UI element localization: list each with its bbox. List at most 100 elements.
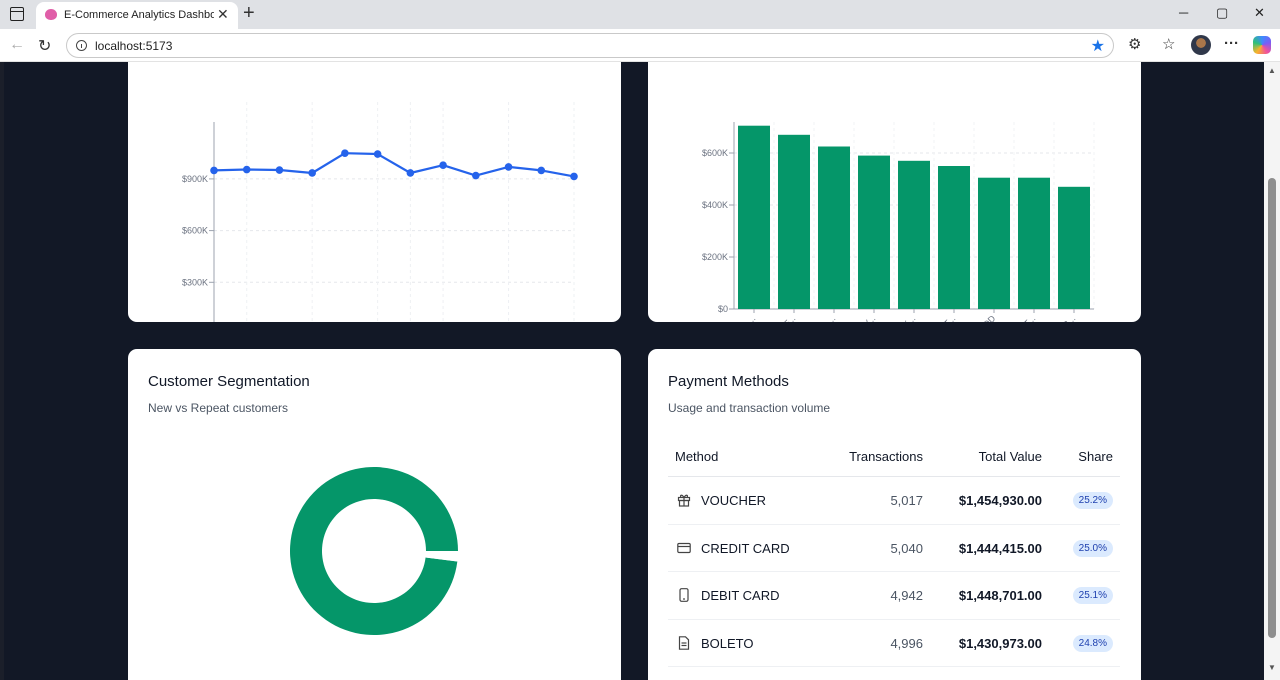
x-tick-label: AUTOMOT...	[994, 313, 1037, 322]
revenue-series-line	[213, 152, 575, 178]
credit-card-icon	[677, 541, 691, 555]
header-total-value[interactable]: Total Value	[979, 449, 1042, 464]
share-badge: 25.2%	[1072, 492, 1113, 509]
data-point	[242, 165, 251, 174]
scrollbar-thumb[interactable]	[1268, 178, 1276, 638]
category-bar	[978, 177, 1010, 309]
x-tick-label: TOY...	[853, 313, 878, 322]
window-menu-icon[interactable]	[10, 7, 24, 21]
scroll-down-icon[interactable]: ▼	[1268, 663, 1276, 672]
data-point	[275, 166, 284, 174]
total-value: $1,454,930.00	[958, 493, 1042, 508]
total-value: $1,444,415.00	[958, 540, 1042, 556]
revenue-trend-card: $0$300K$600K$900KFeb 23Apr 23Jun 23Jul 2…	[128, 62, 621, 350]
category-bar	[818, 146, 850, 309]
data-point	[439, 161, 447, 170]
payment-methods-table: Method Transactions Total Value Share VO…	[668, 437, 1120, 667]
card-title: Customer Segmentation	[148, 373, 310, 390]
table-row: VOUCHER 5,017 $1,454,930.00 25.2%	[668, 477, 1120, 525]
category-sales-card: $0 $200K $400K $600K... F... EL... TOY... BOOK.…	[648, 62, 1141, 357]
y-tick-label: $600K	[182, 226, 208, 236]
x-tick-label: F...	[782, 313, 798, 322]
site-info-icon[interactable]	[76, 40, 87, 51]
y-tick-label: $0	[718, 304, 728, 314]
tab-close-icon[interactable]: ✕	[217, 6, 229, 23]
document-icon	[677, 635, 691, 650]
y-tick-label: $900K	[182, 174, 208, 184]
y-tick-label: $200K	[702, 252, 728, 262]
data-point	[504, 163, 513, 171]
data-point	[406, 169, 415, 177]
share-badge: 24.8%	[1072, 634, 1113, 652]
category-bar	[938, 166, 970, 309]
new-tab-icon[interactable]: +	[243, 2, 255, 25]
data-point	[308, 169, 316, 177]
card-subtitle: Usage and transaction volume	[668, 401, 831, 415]
method-name: CREDIT CARD	[701, 540, 790, 556]
favorite-star-icon[interactable]: ★	[1091, 36, 1105, 56]
transactions-count: 4,942	[890, 588, 923, 603]
y-tick-label: $300K	[182, 277, 208, 287]
category-bar	[738, 125, 770, 309]
data-point	[373, 150, 382, 158]
y-tick-label: $400K	[702, 200, 728, 210]
category-bar	[778, 134, 810, 309]
back-icon[interactable]: ←	[9, 36, 25, 54]
revenue-line-chart: $0$300K$600K$900KFeb 23Apr 23Jun 23Jul 2…	[182, 102, 588, 350]
brain-favicon-icon	[45, 9, 57, 20]
x-tick-label: HEALTH B...	[1034, 313, 1077, 322]
category-bar	[1058, 186, 1090, 309]
y-tick-label: $600K	[702, 148, 728, 158]
tab-title: E-Commerce Analytics Dashboard	[64, 9, 214, 21]
address-input[interactable]: localhost:5173 ★	[66, 33, 1114, 58]
category-bar	[898, 160, 930, 309]
share-badge: 25.0%	[1072, 539, 1113, 557]
favorites-icon[interactable]: ☆	[1162, 35, 1175, 53]
table-row: CREDIT CARD 5,040 $1,444,415.00 25.0%	[668, 525, 1120, 572]
category-bar	[1018, 177, 1050, 309]
data-point	[341, 149, 349, 157]
x-tick-label: SPORT...	[924, 313, 957, 322]
browser-tab[interactable]: E-Commerce Analytics Dashboard ✕	[36, 2, 238, 29]
data-point	[472, 171, 480, 180]
header-share[interactable]: Share	[1078, 449, 1113, 464]
page-viewport: $0$300K$600K$900KFeb 23Apr 23Jun 23Jul 2…	[4, 62, 1264, 680]
transactions-count: 4,996	[890, 635, 923, 651]
x-tick-label: EL...	[817, 313, 837, 322]
x-tick-label: ...	[745, 313, 757, 322]
method-name: DEBIT CARD	[701, 588, 780, 603]
category-bar-chart: $0 $200K $400K $600K... F... EL... TOY... BOOK.…	[702, 122, 1095, 357]
profile-avatar[interactable]	[1191, 35, 1211, 55]
page-scrollbar[interactable]: ▲ ▼	[1264, 62, 1280, 680]
maximize-icon[interactable]: ▢	[1216, 5, 1228, 21]
table-header: Method Transactions Total Value Share	[668, 437, 1120, 477]
gift-icon	[677, 493, 691, 507]
extensions-icon[interactable]: ⚙	[1128, 35, 1141, 53]
segmentation-donut-chart	[290, 467, 458, 636]
payment-methods-card: Payment Methods Usage and transaction vo…	[648, 349, 1141, 680]
header-transactions[interactable]: Transactions	[849, 449, 923, 464]
x-tick-label: FOOD	[972, 313, 998, 322]
minimize-icon[interactable]: ─	[1179, 5, 1188, 20]
address-bar-row: ← ↻ localhost:5173 ★ ⚙ ☆ ···	[0, 29, 1280, 62]
copilot-icon[interactable]	[1253, 36, 1271, 54]
table-row: DEBIT CARD 4,942 $1,448,701.00 25.1%	[668, 572, 1120, 620]
x-tick-label: BOOK...	[887, 313, 918, 322]
card-title: Payment Methods	[668, 373, 789, 390]
more-menu-icon[interactable]: ···	[1224, 35, 1239, 52]
customer-segmentation-card: Customer Segmentation New vs Repeat cust…	[128, 349, 621, 680]
transactions-count: 5,040	[890, 540, 923, 556]
url-text: localhost:5173	[95, 39, 173, 53]
data-point	[570, 172, 578, 181]
close-window-icon[interactable]: ✕	[1254, 5, 1265, 21]
scroll-up-icon[interactable]: ▲	[1268, 66, 1276, 75]
method-name: VOUCHER	[701, 493, 767, 508]
data-point	[537, 166, 546, 175]
total-value: $1,448,701.00	[958, 588, 1042, 603]
method-name: BOLETO	[701, 635, 754, 651]
reload-icon[interactable]: ↻	[38, 36, 51, 56]
header-method[interactable]: Method	[675, 449, 718, 464]
total-value: $1,430,973.00	[958, 635, 1042, 651]
category-bar	[858, 155, 890, 309]
transactions-count: 5,017	[890, 493, 923, 508]
